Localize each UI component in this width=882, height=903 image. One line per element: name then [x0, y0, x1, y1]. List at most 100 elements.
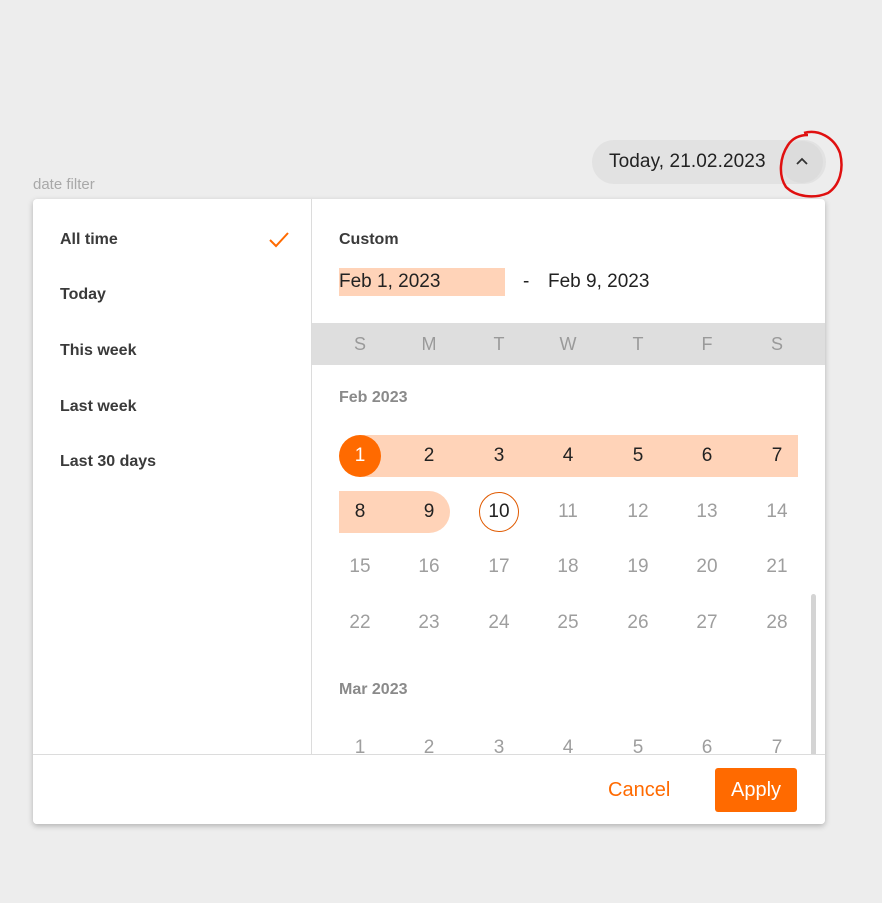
- weekday-label: T: [493, 334, 505, 354]
- day-number: 11: [558, 500, 578, 522]
- calendar-day[interactable]: 3: [478, 727, 520, 754]
- end-date-field[interactable]: Feb 9, 2023: [548, 268, 649, 296]
- calendar-day[interactable]: 12: [617, 491, 659, 533]
- calendar-day[interactable]: 6: [686, 435, 728, 477]
- calendar-day[interactable]: 14: [756, 491, 798, 533]
- month-label: Feb 2023: [339, 389, 408, 406]
- day-number: 4: [562, 737, 574, 754]
- calendar-day[interactable]: 22: [339, 602, 381, 644]
- day-number: 1: [354, 445, 366, 466]
- preset-list: All time Today This week Last week Last 30 d…: [33, 199, 312, 754]
- day-number: 22: [349, 611, 371, 633]
- filter-label: date filter: [33, 176, 95, 193]
- current-date-text: Today, 21.02.2023: [609, 151, 766, 172]
- day-number: 10: [488, 500, 510, 522]
- calendar-scrollbar[interactable]: [811, 594, 816, 754]
- preset-label: Today: [60, 286, 106, 303]
- calendar-day[interactable]: 7: [756, 435, 798, 477]
- calendar-day[interactable]: 24: [478, 602, 520, 644]
- calendar-day[interactable]: 10: [478, 491, 520, 533]
- day-number: 28: [766, 611, 788, 633]
- calendar-day[interactable]: 4: [547, 727, 589, 754]
- calendar-day[interactable]: 20: [686, 546, 728, 588]
- custom-title: Custom: [339, 231, 399, 248]
- preset-item[interactable]: Last 30 days: [60, 447, 290, 477]
- weekday-label: M: [421, 334, 437, 354]
- start-date-field[interactable]: Feb 1, 2023: [339, 268, 505, 296]
- calendar-day[interactable]: 1: [339, 435, 381, 477]
- day-number: 23: [418, 611, 440, 633]
- calendar-day[interactable]: 27: [686, 602, 728, 644]
- panel-footer: Cancel Apply: [33, 754, 825, 824]
- apply-button[interactable]: Apply: [715, 768, 797, 812]
- calendar-day[interactable]: 16: [408, 546, 450, 588]
- preset-item[interactable]: Last week: [60, 392, 290, 422]
- day-number: 6: [701, 445, 713, 466]
- day-number: 18: [557, 556, 579, 578]
- day-number: 2: [423, 737, 435, 754]
- day-number: 15: [349, 556, 371, 578]
- day-number: 2: [423, 445, 435, 466]
- calendar-day[interactable]: 5: [617, 727, 659, 754]
- day-number: 14: [766, 500, 788, 522]
- cancel-button[interactable]: Cancel: [596, 775, 682, 805]
- day-number: 5: [632, 737, 644, 754]
- weekday-label: F: [701, 334, 713, 354]
- calendar-day[interactable]: 8: [339, 491, 381, 533]
- day-number: 4: [562, 445, 574, 466]
- calendar-day[interactable]: 28: [756, 602, 798, 644]
- preset-label: Last 30 days: [60, 453, 157, 470]
- preset-label: All time: [60, 231, 118, 248]
- calendar-day[interactable]: 18: [547, 546, 589, 588]
- date-filter-panel: All time Today This week Last week Last 30 d…: [33, 199, 825, 824]
- day-number: 6: [701, 737, 713, 754]
- collapse-button[interactable]: [781, 141, 823, 183]
- calendar-day[interactable]: 9: [408, 491, 450, 533]
- calendar-day[interactable]: 1: [339, 727, 381, 754]
- calendar-day[interactable]: 15: [339, 546, 381, 588]
- calendar-day[interactable]: 26: [617, 602, 659, 644]
- calendar-scroll-area[interactable]: Feb 2023 1 2 3 4 5 6 7 8 9 10 11 12 13 14 15 16 17 18 19 20 2…: [312, 365, 825, 754]
- preset-item[interactable]: All time: [60, 225, 290, 255]
- calendar-day[interactable]: 3: [478, 435, 520, 477]
- calendar-day[interactable]: 25: [547, 602, 589, 644]
- calendar-day[interactable]: 6: [686, 727, 728, 754]
- preset-item[interactable]: This week: [60, 336, 290, 366]
- weekday-label: S: [770, 334, 783, 354]
- day-number: 8: [354, 500, 366, 522]
- calendar-day[interactable]: 21: [756, 546, 798, 588]
- day-number: 19: [627, 556, 649, 578]
- weekday-label: W: [559, 334, 577, 354]
- calendar-day[interactable]: 4: [547, 435, 589, 477]
- day-number: 1: [354, 737, 366, 754]
- calendar-day[interactable]: 5: [617, 435, 659, 477]
- day-number: 26: [627, 611, 649, 633]
- check-icon: [269, 232, 289, 248]
- calendar-day[interactable]: 2: [408, 435, 450, 477]
- calendar-day[interactable]: 13: [686, 491, 728, 533]
- calendar-day[interactable]: 19: [617, 546, 659, 588]
- calendar-day[interactable]: 23: [408, 602, 450, 644]
- chevron-up-icon: [796, 157, 808, 165]
- preset-item[interactable]: Today: [60, 280, 290, 310]
- day-number: 3: [493, 737, 505, 754]
- day-number: 27: [696, 611, 718, 633]
- day-number: 3: [493, 445, 505, 466]
- day-number: 17: [488, 556, 510, 578]
- range-separator: -: [523, 271, 530, 292]
- calendar-day[interactable]: 17: [478, 546, 520, 588]
- day-number: 5: [632, 445, 644, 466]
- calendar-day[interactable]: 11: [547, 491, 589, 533]
- calendar-day[interactable]: 2: [408, 727, 450, 754]
- day-number: 13: [696, 500, 718, 522]
- day-number: 16: [418, 556, 440, 578]
- day-number: 21: [766, 556, 788, 578]
- month-label: Mar 2023: [339, 681, 408, 699]
- weekday-header: SMTWTFS: [312, 323, 825, 365]
- preset-label: Last week: [60, 398, 137, 415]
- preset-label: This week: [60, 342, 137, 359]
- calendar-day[interactable]: 7: [756, 727, 798, 754]
- day-number: 12: [627, 500, 649, 522]
- day-number: 25: [557, 611, 579, 633]
- weekday-label: T: [632, 334, 644, 354]
